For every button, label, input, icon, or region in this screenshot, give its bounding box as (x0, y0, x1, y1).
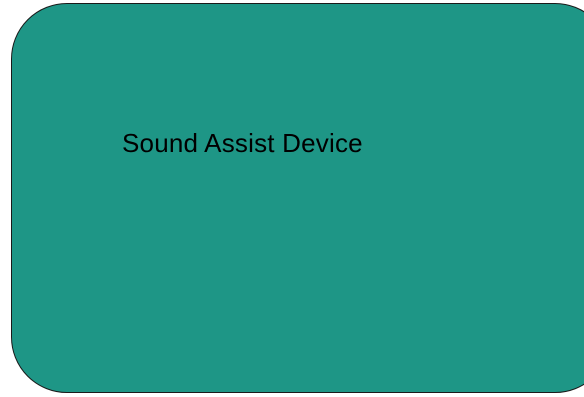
shape-label: Sound Assist Device (122, 128, 363, 158)
diagram-canvas: Sound Assist Device (0, 0, 584, 397)
rounded-rectangle-shape[interactable] (11, 3, 584, 393)
